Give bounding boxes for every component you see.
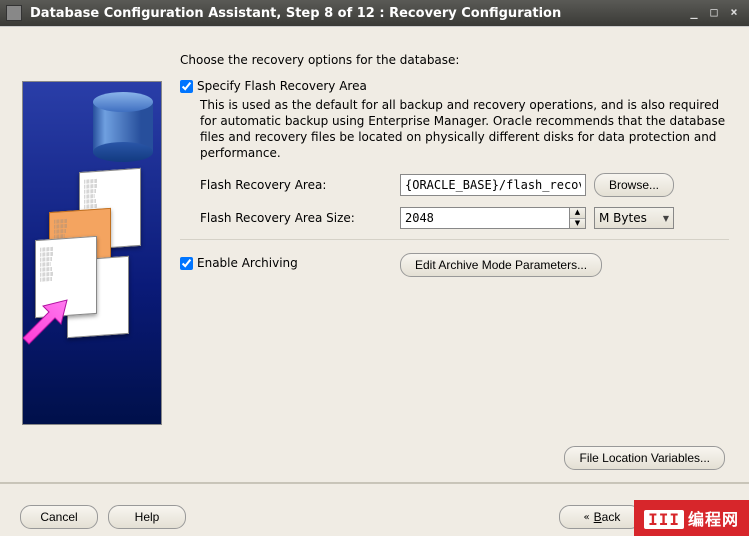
flash-recovery-size-label: Flash Recovery Area Size: xyxy=(200,211,400,225)
page-instruction: Choose the recovery options for the data… xyxy=(180,53,729,67)
edit-archive-mode-button[interactable]: Edit Archive Mode Parameters... xyxy=(400,253,602,277)
cancel-button[interactable]: Cancel xyxy=(20,505,98,529)
flash-recovery-area-input[interactable] xyxy=(400,174,586,196)
enable-archiving-label: Enable Archiving xyxy=(197,256,298,270)
database-cylinder-icon xyxy=(93,92,153,162)
minimize-icon[interactable]: _ xyxy=(685,5,703,21)
watermark: III编程网 xyxy=(634,500,749,536)
flash-recovery-size-spinner[interactable]: ▲ ▼ xyxy=(400,207,586,229)
specify-flash-recovery-checkbox[interactable] xyxy=(180,80,193,93)
close-icon[interactable]: × xyxy=(725,5,743,21)
maximize-icon[interactable]: □ xyxy=(705,5,723,21)
browse-button[interactable]: Browse... xyxy=(594,173,674,197)
back-label-rest: ack xyxy=(602,510,621,524)
wizard-page: Choose the recovery options for the data… xyxy=(180,53,729,456)
flash-recovery-size-input[interactable] xyxy=(400,207,570,229)
back-button[interactable]: « Back xyxy=(559,505,641,529)
specify-flash-recovery-label: Specify Flash Recovery Area xyxy=(197,79,367,93)
enable-archiving-checkbox[interactable] xyxy=(180,257,193,270)
app-icon xyxy=(6,5,22,21)
chevron-left-icon: « xyxy=(584,512,590,523)
spinner-up-icon[interactable]: ▲ xyxy=(570,208,585,219)
window-titlebar: Database Configuration Assistant, Step 8… xyxy=(0,0,749,26)
wizard-sidebar-image: ||||||||||||||||||||||||||||||||||||||||… xyxy=(22,81,162,425)
spinner-down-icon[interactable]: ▼ xyxy=(570,219,585,229)
separator xyxy=(180,239,729,241)
size-units-value: M Bytes xyxy=(599,211,647,225)
flash-recovery-area-label: Flash Recovery Area: xyxy=(200,178,400,192)
chevron-down-icon: ▼ xyxy=(663,214,669,223)
size-units-combo[interactable]: M Bytes ▼ xyxy=(594,207,674,229)
file-location-variables-button[interactable]: File Location Variables... xyxy=(564,446,725,470)
watermark-text: 编程网 xyxy=(688,512,739,529)
back-mnemonic: B xyxy=(594,510,602,524)
help-button[interactable]: Help xyxy=(108,505,186,529)
client-area: ||||||||||||||||||||||||||||||||||||||||… xyxy=(0,26,749,536)
window-title: Database Configuration Assistant, Step 8… xyxy=(30,6,683,21)
flash-recovery-description: This is used as the default for all back… xyxy=(200,97,729,161)
